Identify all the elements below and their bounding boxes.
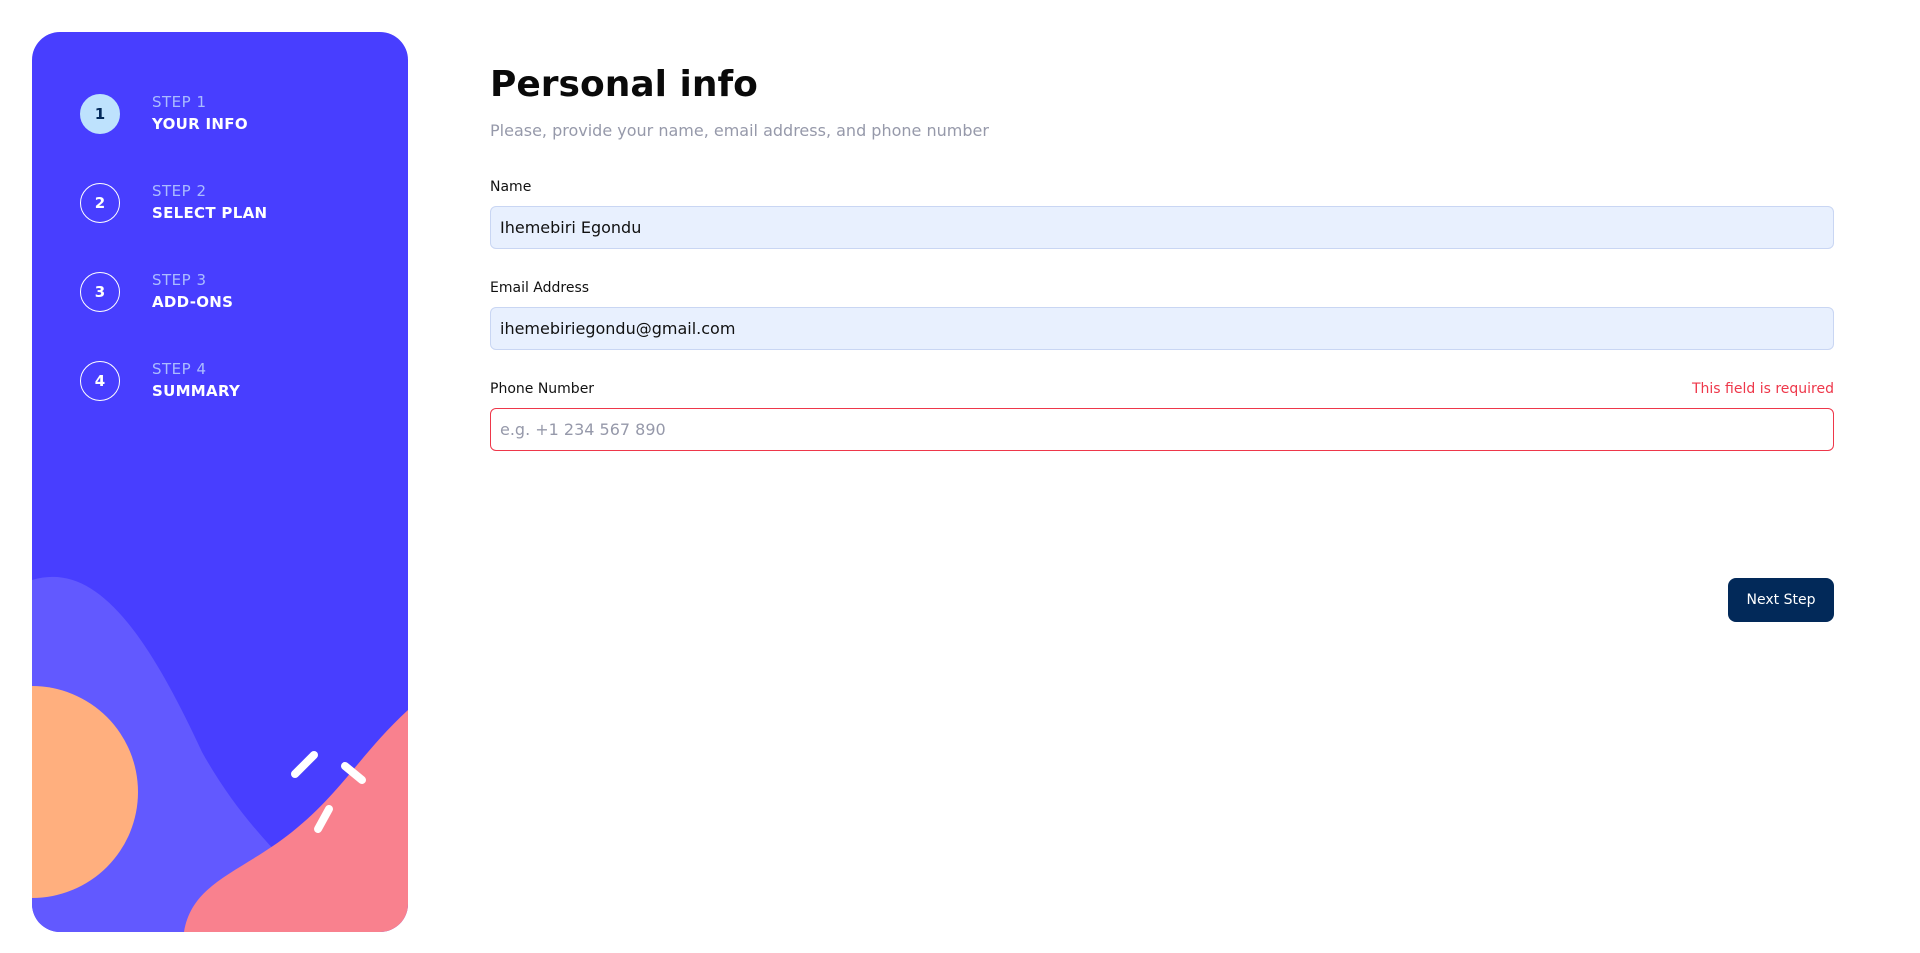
phone-label: Phone Number [490,381,595,397]
page-title: Personal info [490,64,758,105]
main-content: Personal info Please, provide your name,… [490,60,1834,451]
email-field-group: Email Address [490,279,1834,350]
email-input[interactable] [490,307,1834,350]
step-text: STEP 2 SELECT PLAN [152,181,267,225]
email-label: Email Address [490,280,590,296]
step-label: STEP 3 [152,271,207,289]
step-number-2: 2 [80,183,120,223]
step-text: STEP 1 YOUR INFO [152,92,248,136]
step-title: YOUR INFO [152,115,248,133]
step-item-select-plan[interactable]: 2 STEP 2 SELECT PLAN [80,173,267,233]
next-step-button[interactable]: Next Step [1728,578,1834,622]
field-header: Phone Number This field is required [490,380,1834,398]
phone-input[interactable] [490,408,1834,451]
step-list: 1 STEP 1 YOUR INFO 2 STEP 2 SELECT PLAN … [80,84,267,440]
name-field-group: Name [490,178,1834,249]
step-text: STEP 3 ADD-ONS [152,270,233,314]
app-root: 1 STEP 1 YOUR INFO 2 STEP 2 SELECT PLAN … [0,0,1920,953]
step-number-1: 1 [80,94,120,134]
step-label: STEP 2 [152,182,207,200]
step-title: ADD-ONS [152,293,234,311]
field-header: Name [490,178,1834,196]
step-label: STEP 1 [152,93,207,111]
name-input[interactable] [490,206,1834,249]
phone-error-message: This field is required [1691,381,1834,397]
field-header: Email Address [490,279,1834,297]
phone-field-group: Phone Number This field is required [490,380,1834,451]
page-subtitle: Please, provide your name, email address… [490,121,989,140]
step-title: SUMMARY [152,382,241,400]
sidebar: 1 STEP 1 YOUR INFO 2 STEP 2 SELECT PLAN … [32,32,408,932]
step-item-summary[interactable]: 4 STEP 4 SUMMARY [80,351,267,411]
step-number-3: 3 [80,272,120,312]
name-label: Name [490,179,532,195]
step-text: STEP 4 SUMMARY [152,359,240,403]
step-number-4: 4 [80,361,120,401]
step-title: SELECT PLAN [152,204,268,222]
step-label: STEP 4 [152,360,207,378]
step-item-add-ons[interactable]: 3 STEP 3 ADD-ONS [80,262,267,322]
step-item-your-info[interactable]: 1 STEP 1 YOUR INFO [80,84,267,144]
